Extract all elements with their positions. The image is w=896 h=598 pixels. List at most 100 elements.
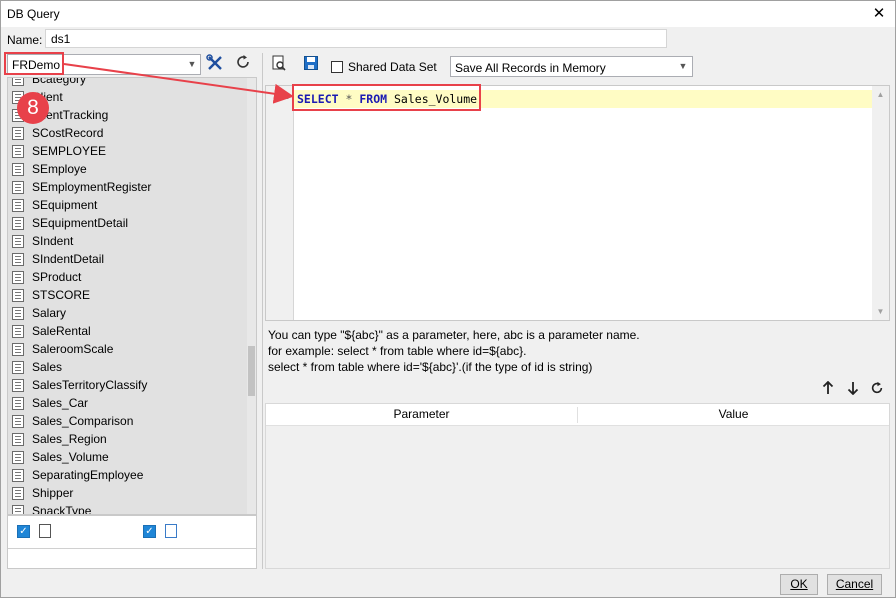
shared-data-set-checkbox[interactable] <box>331 61 343 73</box>
table-list-item[interactable]: SIndent <box>8 232 248 250</box>
table-list-item[interactable]: SeparatingEmployee <box>8 466 248 484</box>
table-list-item[interactable]: SEmploye <box>8 160 248 178</box>
table-icon <box>12 126 24 140</box>
table-list-item[interactable]: SEquipment <box>8 196 248 214</box>
table-item-label: SalesTerritoryClassify <box>32 378 148 392</box>
database-highlight-box <box>4 52 64 75</box>
table-list-item[interactable]: Shipper <box>8 484 248 502</box>
view-icon <box>165 524 177 538</box>
table-icon <box>12 198 24 212</box>
table-list: Bcategory Client ClientTracking SCostRecord… <box>8 77 248 514</box>
preview-icon[interactable] <box>268 55 290 77</box>
table-item-label: SEmploymentRegister <box>32 180 152 194</box>
show-tables-checkbox[interactable]: ✓ <box>17 525 30 538</box>
arrow-up-icon[interactable] <box>818 380 838 401</box>
table-icon <box>12 216 24 230</box>
tools-icon[interactable] <box>203 54 227 75</box>
editor-scrollbar[interactable]: ▲ ▼ <box>872 86 889 320</box>
table-icon <box>12 180 24 194</box>
window-title: DB Query <box>7 7 60 21</box>
table-list-item[interactable]: SCostRecord <box>8 124 248 142</box>
table-list-item[interactable]: SalesTerritoryClassify <box>8 376 248 394</box>
save-icon[interactable] <box>300 55 322 77</box>
table-item-label: Sales <box>32 360 63 374</box>
table-icon <box>12 342 24 356</box>
table-list-item[interactable]: SEMPLOYEE <box>8 142 248 160</box>
tree-scroll-thumb[interactable] <box>248 346 255 396</box>
table-list-item[interactable]: SProduct <box>8 268 248 286</box>
table-list-item[interactable]: SaleRental <box>8 322 248 340</box>
table-item-label: SaleRental <box>32 324 91 338</box>
table-list-item[interactable]: Sales_Comparison <box>8 412 248 430</box>
table-list-item[interactable]: SaleroomScale <box>8 340 248 358</box>
table-icon <box>12 468 24 482</box>
table-item-label: SProduct <box>32 270 82 284</box>
table-list-item[interactable]: SIndentDetail <box>8 250 248 268</box>
table-item-label: Sales_Comparison <box>32 414 134 428</box>
table-icon <box>12 414 24 428</box>
table-item-label: SCostRecord <box>32 126 104 140</box>
ok-button[interactable]: OK <box>780 574 818 595</box>
parameter-tools <box>810 380 890 401</box>
title-bar: DB Query ✕ <box>1 1 895 27</box>
tree-scrollbar[interactable] <box>247 78 256 514</box>
table-tree[interactable]: Bcategory Client ClientTracking SCostRecord… <box>7 77 257 515</box>
table-list-item[interactable]: Salary <box>8 304 248 322</box>
table-list-item[interactable]: Sales_Car <box>8 394 248 412</box>
table-icon <box>12 396 24 410</box>
table-item-label: Sales_Region <box>32 432 107 446</box>
close-icon[interactable]: ✕ <box>869 4 889 24</box>
table-list-item[interactable]: Bcategory <box>8 77 248 88</box>
table-list-item[interactable]: SEmploymentRegister <box>8 178 248 196</box>
table-filter-input[interactable] <box>8 548 256 568</box>
table-item-label: SEmploye <box>32 162 87 176</box>
table-item-label: Bcategory <box>32 77 87 86</box>
name-label: Name: <box>7 33 43 47</box>
table-icon <box>12 270 24 284</box>
table-item-label: SIndent <box>32 234 74 248</box>
scroll-up-icon[interactable]: ▲ <box>872 86 889 103</box>
memory-mode-select[interactable]: Save All Records in Memory ▼ <box>450 56 693 77</box>
show-views-checkbox[interactable]: ✓ <box>143 525 156 538</box>
line-number: 1 <box>283 92 289 102</box>
table-list-item[interactable]: Sales_Region <box>8 430 248 448</box>
parameter-column-header[interactable]: Parameter <box>266 404 577 425</box>
table-list-item[interactable]: SnackType <box>8 502 248 514</box>
panel-splitter[interactable] <box>262 53 263 569</box>
table-icon <box>12 162 24 176</box>
table-icon <box>12 288 24 302</box>
refresh-icon[interactable] <box>231 54 255 75</box>
name-input[interactable] <box>45 29 667 48</box>
table-item-label: SEMPLOYEE <box>32 144 107 158</box>
table-item-label: Sales_Car <box>32 396 89 410</box>
sql-highlight-box <box>292 84 481 111</box>
parameter-table-header: Parameter Value <box>266 404 889 426</box>
table-item-label: SaleroomScale <box>32 342 114 356</box>
table-list-item[interactable]: Sales_Volume <box>8 448 248 466</box>
cancel-button[interactable]: Cancel <box>827 574 882 595</box>
parameter-table[interactable]: Parameter Value <box>265 403 890 569</box>
table-item-label: SeparatingEmployee <box>32 468 144 482</box>
hint-line-1: You can type "${abc}" as a parameter, he… <box>268 328 640 342</box>
table-item-label: Salary <box>32 306 67 320</box>
refresh-parameters-icon[interactable] <box>867 381 887 401</box>
table-list-item[interactable]: Sales <box>8 358 248 376</box>
arrow-down-icon[interactable] <box>843 381 863 401</box>
table-list-item[interactable]: STSCORE <box>8 286 248 304</box>
table-icon <box>12 450 24 464</box>
table-item-label: SEquipment <box>32 198 98 212</box>
sql-editor[interactable]: 1 SELECT * FROM Sales_Volume ▲ ▼ <box>265 85 890 321</box>
shared-data-set-label: Shared Data Set <box>348 60 437 74</box>
right-panel: Shared Data Set Save All Records in Memo… <box>264 53 892 569</box>
table-list-item[interactable]: SEquipmentDetail <box>8 214 248 232</box>
step-badge: 8 <box>17 92 49 124</box>
table-icon <box>12 78 24 86</box>
table-item-label: SEquipmentDetail <box>32 216 129 230</box>
value-column-header[interactable]: Value <box>578 404 889 425</box>
table-icon <box>12 486 24 500</box>
table-item-label: Shipper <box>32 486 74 500</box>
name-row: Name: <box>1 27 895 51</box>
table-icon <box>12 360 24 374</box>
table-icon <box>12 324 24 338</box>
scroll-down-icon[interactable]: ▼ <box>872 303 889 320</box>
